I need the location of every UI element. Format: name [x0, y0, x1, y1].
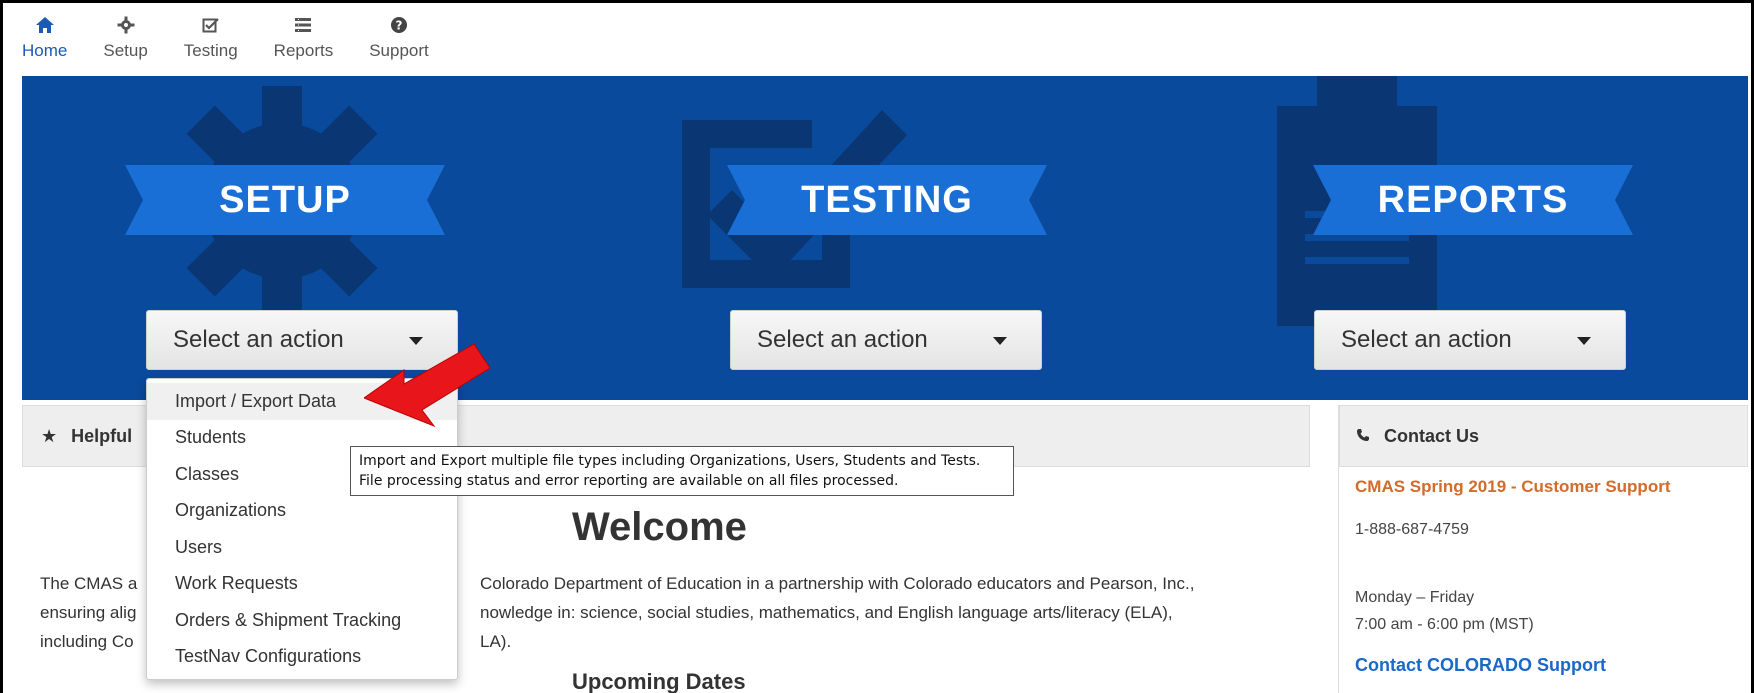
tooltip-line-1: Import and Export multiple file types in…	[359, 453, 981, 469]
nav-reports-label: Reports	[273, 41, 334, 60]
intro-line-2-start: ensuring alig	[40, 603, 137, 622]
list-icon	[294, 14, 312, 36]
intro-line-1-end: Colorado Department of Education in a pa…	[480, 574, 1195, 593]
nav-setup[interactable]: Setup	[103, 0, 148, 76]
gear-icon	[117, 14, 135, 36]
testing-ribbon: TESTING	[727, 165, 1047, 235]
caret-down-icon	[1577, 337, 1591, 345]
nav-setup-label: Setup	[103, 41, 148, 60]
red-arrow-icon	[364, 343, 491, 428]
reports-action-select[interactable]: Select an action	[1314, 310, 1626, 370]
upcoming-dates-heading: Upcoming Dates	[572, 669, 746, 693]
setup-select-label: Select an action	[173, 326, 344, 353]
reports-select-label: Select an action	[1341, 326, 1512, 353]
contact-title: Contact Us	[1384, 425, 1480, 446]
menu-item-organizations[interactable]: Organizations	[147, 493, 457, 530]
nav-support[interactable]: ? Support	[369, 0, 429, 76]
contact-support-link[interactable]: Contact COLORADO Support	[1355, 655, 1606, 676]
intro-line-3-end: LA).	[480, 632, 512, 651]
svg-text:?: ?	[395, 19, 402, 33]
setup-ribbon: SETUP	[125, 165, 445, 235]
nav-reports[interactable]: Reports	[273, 0, 334, 76]
contact-panel: Contact Us CMAS Spring 2019 - Customer S…	[1338, 405, 1748, 693]
menu-item-work-requests[interactable]: Work Requests	[147, 566, 457, 603]
nav-home[interactable]: Home	[22, 0, 67, 76]
import-export-tooltip: Import and Export multiple file types in…	[350, 446, 1014, 496]
intro-line-1-start: The CMAS a	[40, 574, 138, 593]
star-icon: ★	[41, 425, 58, 446]
welcome-heading: Welcome	[572, 505, 747, 549]
contact-panel-header: Contact Us	[1339, 405, 1748, 467]
home-icon	[35, 14, 55, 36]
testing-select-label: Select an action	[757, 326, 928, 353]
menu-item-testnav-config[interactable]: TestNav Configurations	[147, 639, 457, 676]
testing-action-select[interactable]: Select an action	[730, 310, 1042, 370]
nav-testing-label: Testing	[183, 41, 238, 60]
support-phone: 1-888-687-4759	[1355, 521, 1469, 538]
menu-item-orders-shipment[interactable]: Orders & Shipment Tracking	[147, 602, 457, 639]
setup-title: SETUP	[219, 178, 351, 221]
support-days: Monday – Friday	[1355, 589, 1475, 606]
intro-line-2-end: nowledge in: science, social studies, ma…	[480, 603, 1173, 622]
testing-title: TESTING	[801, 178, 973, 221]
nav-testing[interactable]: Testing	[184, 0, 238, 76]
intro-line-3-start: including Co	[40, 632, 134, 651]
nav-support-label: Support	[369, 41, 429, 60]
caret-down-icon	[993, 337, 1007, 345]
hero-banner: SETUP TESTING REPORTS Select an action S…	[22, 76, 1748, 400]
top-nav: Home Setup Testing Reports ? Support	[22, 0, 465, 76]
helpful-title: Helpful	[71, 425, 133, 446]
reports-title: REPORTS	[1377, 178, 1569, 221]
reports-ribbon: REPORTS	[1313, 165, 1633, 235]
question-icon: ?	[390, 14, 408, 36]
support-title: CMAS Spring 2019 - Customer Support	[1355, 477, 1671, 496]
tooltip-line-2: File processing status and error reporti…	[359, 473, 899, 489]
menu-item-users[interactable]: Users	[147, 529, 457, 566]
support-hours: 7:00 am - 6:00 pm (MST)	[1355, 616, 1534, 633]
phone-icon	[1356, 426, 1370, 447]
nav-home-label: Home	[22, 41, 68, 60]
checkbox-icon	[202, 14, 220, 36]
